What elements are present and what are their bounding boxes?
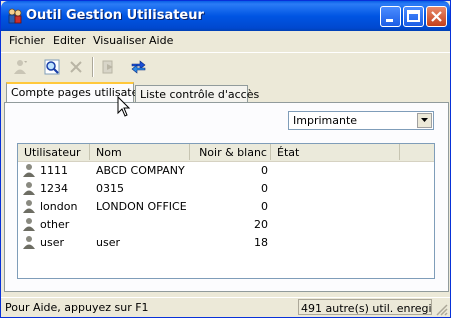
window-title: Outil Gestion Utilisateur (26, 8, 204, 23)
menu-visualiser[interactable]: Visualiser (93, 34, 146, 47)
user-icon (23, 218, 35, 231)
close-icon (431, 11, 442, 22)
cell-user: other (40, 218, 70, 231)
resize-grip-icon[interactable] (436, 304, 448, 316)
menu-editer[interactable]: Editer (53, 34, 86, 47)
close-button[interactable] (426, 6, 447, 27)
tab-label: Liste contrôle d'accès (140, 88, 260, 101)
cell-name: 0315 (96, 182, 124, 195)
cell-bw: 0 (261, 200, 268, 213)
tab-panel: Imprimante Utilisateur Nom Noir & blanc … (4, 102, 449, 292)
column-etat[interactable]: État (271, 144, 400, 160)
select-value: Imprimante (293, 114, 358, 127)
title-bar[interactable]: Outil Gestion Utilisateur (1, 1, 450, 31)
cell-user: 1111 (40, 164, 68, 177)
delete-button[interactable] (65, 56, 88, 78)
export-icon (102, 60, 113, 74)
table-row[interactable]: 1234 0315 0 (18, 180, 434, 198)
minimize-button[interactable] (380, 6, 401, 27)
status-help-text: Pour Aide, appuyez sur F1 (5, 301, 149, 314)
toolbar-separator (92, 57, 94, 77)
delete-icon (70, 61, 82, 73)
minimize-icon (386, 19, 393, 22)
column-nom[interactable]: Nom (90, 144, 190, 160)
column-noir-blanc[interactable]: Noir & blanc (190, 144, 271, 160)
table-row[interactable]: 1111 ABCD COMPANY 0 (18, 162, 434, 180)
user-table[interactable]: Utilisateur Nom Noir & blanc État 1111 A… (17, 143, 435, 279)
dropdown-button[interactable] (417, 113, 432, 128)
cell-bw: 0 (261, 164, 268, 177)
cell-bw: 0 (261, 182, 268, 195)
export-button[interactable] (97, 56, 120, 78)
table-row[interactable]: london LONDON OFFICE 0 (18, 198, 434, 216)
menu-bar: Fichier Editer Visualiser Aide (1, 31, 450, 51)
user-icon (23, 236, 35, 249)
maximize-icon (407, 10, 420, 22)
cell-name: LONDON OFFICE (96, 200, 187, 213)
cell-user: user (40, 236, 64, 249)
maximize-button[interactable] (403, 6, 424, 27)
app-window: Outil Gestion Utilisateur Fichier Editer… (0, 0, 451, 318)
user-icon (23, 182, 35, 195)
mouse-cursor-icon (117, 96, 131, 117)
tab-liste-controle[interactable]: Liste contrôle d'accès (135, 85, 259, 103)
user-icon (14, 60, 27, 74)
table-row[interactable]: other 20 (18, 216, 434, 234)
search-button[interactable] (41, 56, 64, 78)
search-icon (44, 59, 60, 75)
tab-strip: Compte pages utilisateur Liste contrôle … (1, 82, 450, 103)
column-utilisateur[interactable]: Utilisateur (18, 144, 90, 160)
cell-bw: 18 (254, 236, 268, 249)
add-user-button[interactable] (9, 56, 32, 78)
refresh-button[interactable] (127, 56, 150, 78)
cell-name: user (96, 236, 120, 249)
printer-filter-select[interactable]: Imprimante (288, 111, 434, 130)
cell-user: 1234 (40, 182, 68, 195)
cell-bw: 20 (254, 218, 268, 231)
status-bar: Pour Aide, appuyez sur F1 491 autre(s) u… (1, 297, 450, 317)
user-icon (23, 200, 35, 213)
table-header: Utilisateur Nom Noir & blanc État (18, 144, 434, 162)
toolbar (1, 52, 450, 83)
chevron-down-icon (421, 118, 428, 122)
status-user-count: 491 autre(s) util. enregistré (298, 299, 432, 315)
table-row[interactable]: user user 18 (18, 234, 434, 252)
user-icon (23, 164, 35, 177)
cell-user: london (40, 200, 78, 213)
app-icon (8, 8, 22, 24)
menu-aide[interactable]: Aide (149, 34, 173, 47)
tab-compte-pages[interactable]: Compte pages utilisateur (6, 82, 150, 103)
cell-name: ABCD COMPANY (96, 164, 185, 177)
menu-fichier[interactable]: Fichier (9, 34, 45, 47)
refresh-icon (131, 60, 146, 74)
